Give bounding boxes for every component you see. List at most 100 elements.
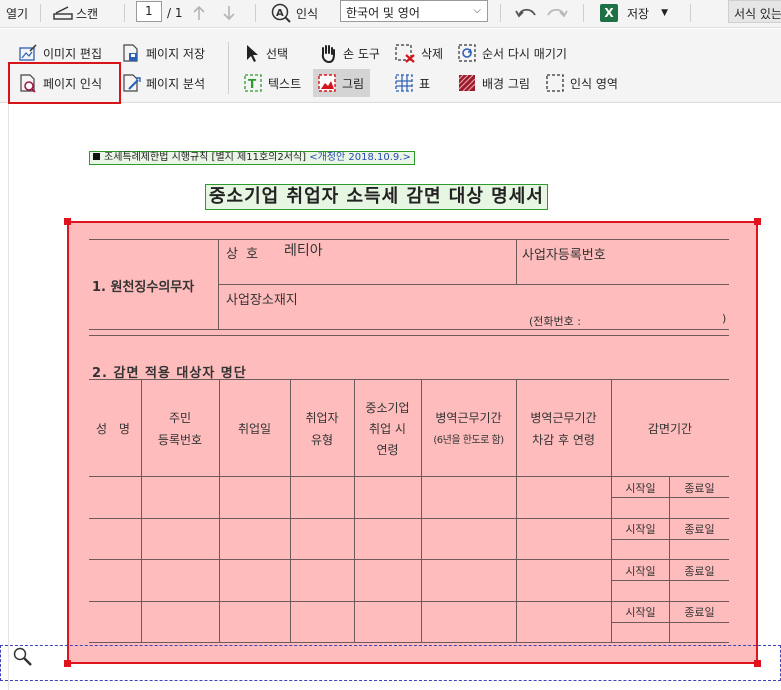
table-area-button[interactable]: 표 bbox=[394, 71, 430, 95]
toolbar-divider bbox=[228, 42, 229, 94]
arrow-up-icon bbox=[193, 5, 205, 20]
next-page-button[interactable] bbox=[222, 2, 236, 24]
col-header-resident-1: 주민 bbox=[168, 411, 192, 425]
start-date-label: 시작일 bbox=[625, 606, 656, 619]
phone-label: (전화번호 : bbox=[529, 315, 581, 328]
table-rule bbox=[612, 497, 729, 498]
form-rule bbox=[89, 329, 729, 330]
text-area-button[interactable]: T 텍스트 bbox=[243, 71, 301, 95]
page-save-button[interactable]: 페이지 저장 bbox=[121, 41, 205, 65]
delete-button[interactable]: 삭제 bbox=[394, 41, 443, 65]
undo-button[interactable] bbox=[514, 2, 538, 24]
picture-area-button[interactable]: 그림 bbox=[313, 69, 371, 97]
col-header-sme-3: 연령 bbox=[376, 443, 399, 457]
form-rule bbox=[218, 284, 729, 285]
table-rule bbox=[89, 518, 729, 519]
excel-icon: X bbox=[600, 4, 618, 22]
table-rule bbox=[611, 379, 612, 642]
end-date-label: 종료일 bbox=[684, 565, 715, 578]
background-picture-button[interactable]: 배경 그림 bbox=[457, 71, 530, 95]
reorder-icon bbox=[458, 44, 476, 62]
col-header-period: 감면기간 bbox=[647, 422, 693, 436]
start-date-label: 시작일 bbox=[625, 482, 656, 495]
table-rule bbox=[89, 642, 729, 643]
recognition-area-icon bbox=[546, 74, 564, 92]
toolbar-divider bbox=[500, 4, 501, 22]
col-header-military-2: (6년을 한도로 함) bbox=[433, 435, 504, 446]
section-1-label: 1. 원천징수의무자 bbox=[92, 280, 195, 295]
redo-button[interactable] bbox=[545, 2, 569, 24]
biz-address-label: 사업장소재지 bbox=[226, 293, 298, 308]
redo-icon bbox=[547, 8, 568, 18]
svg-text:T: T bbox=[248, 77, 257, 91]
col-header-sme-2: 취업 시 bbox=[369, 422, 406, 436]
resize-handle-top-right[interactable] bbox=[754, 218, 761, 225]
start-date-label: 시작일 bbox=[625, 523, 656, 536]
toolbar-divider bbox=[583, 4, 584, 22]
ocr-button[interactable]: A 인식 bbox=[270, 2, 318, 24]
table-rule bbox=[612, 580, 729, 581]
document-title-text-block[interactable]: 중소기업 취업자 소득세 감면 대상 명세서 bbox=[205, 184, 548, 210]
arrow-down-icon bbox=[223, 6, 235, 21]
table-rule bbox=[612, 539, 729, 540]
scan-button[interactable]: 스캔 bbox=[52, 2, 98, 24]
reorder-button[interactable]: 순서 다시 매기기 bbox=[457, 41, 567, 65]
col-header-type-2: 유형 bbox=[310, 433, 334, 447]
undo-icon bbox=[515, 8, 536, 18]
dropdown-arrow-icon: ▼ bbox=[661, 8, 669, 18]
open-button[interactable]: 열기 bbox=[6, 2, 28, 24]
svg-text:A: A bbox=[276, 8, 284, 19]
main-toolbar: 열기 스캔 1 / 1 A 인식 한국어 및 영어 ⌵ X 저장 ▼ 서식 있는 bbox=[0, 0, 781, 28]
page-analyze-icon bbox=[123, 74, 141, 92]
toolbar-divider bbox=[124, 4, 125, 22]
formatted-text-button[interactable]: 서식 있는 텍스트 bbox=[728, 0, 781, 23]
toolbar-divider bbox=[40, 4, 41, 22]
table-rule bbox=[612, 622, 729, 623]
prev-page-button[interactable] bbox=[192, 2, 206, 24]
start-date-label: 시작일 bbox=[625, 565, 656, 578]
page-analyze-button[interactable]: 페이지 분석 bbox=[121, 71, 205, 95]
col-header-military-1: 병역근무기간 bbox=[435, 411, 502, 425]
trade-name-value: 레티아 bbox=[284, 243, 323, 259]
col-header-name: 성 명 bbox=[96, 422, 134, 436]
table-rule bbox=[219, 379, 220, 642]
bullet-square-icon bbox=[93, 153, 100, 160]
toolbar-divider bbox=[255, 4, 256, 22]
table-rule bbox=[89, 379, 729, 380]
resize-handle-top-left[interactable] bbox=[64, 218, 71, 225]
table-rule bbox=[89, 601, 729, 602]
col-header-type-1: 취업자 bbox=[305, 411, 339, 425]
form-rule bbox=[516, 239, 517, 284]
form-rule bbox=[89, 335, 729, 336]
col-header-adjusted-2: 차감 후 연령 bbox=[532, 433, 595, 447]
end-date-label: 종료일 bbox=[684, 482, 715, 495]
recognition-area-dashed[interactable] bbox=[0, 645, 781, 681]
form-rule bbox=[89, 239, 729, 240]
col-header-adjusted-1: 병역근무기간 bbox=[530, 411, 597, 425]
image-edit-icon bbox=[19, 44, 37, 61]
table-rule bbox=[354, 379, 355, 642]
biz-reg-label: 사업자등록번호 bbox=[522, 248, 606, 263]
recognition-area-button[interactable]: 인식 영역 bbox=[545, 71, 618, 95]
ocr-magnifier-icon: A bbox=[271, 3, 291, 23]
phone-close: ) bbox=[722, 312, 727, 325]
hand-tool-button[interactable]: 손 도구 bbox=[318, 41, 380, 65]
select-tool-button[interactable]: 선택 bbox=[243, 41, 288, 65]
end-date-label: 종료일 bbox=[684, 523, 715, 536]
page-number-input[interactable]: 1 bbox=[136, 1, 162, 22]
save-button[interactable]: X 저장 ▼ bbox=[600, 2, 668, 24]
col-header-hire-date: 취업일 bbox=[237, 422, 272, 436]
chevron-down-icon: ⌵ bbox=[473, 5, 481, 16]
col-header-resident-2: 등록번호 bbox=[157, 433, 203, 447]
picture-area-icon bbox=[318, 74, 336, 92]
table-area-icon bbox=[395, 74, 413, 92]
delete-area-icon bbox=[395, 44, 415, 63]
form-header-text-block[interactable]: 조세특례제한법 시행규칙 [별지 제11호의2서식] <개정안 2018.10.… bbox=[89, 151, 415, 165]
toolbar-divider bbox=[690, 4, 691, 22]
table-rule bbox=[89, 559, 729, 560]
language-select[interactable]: 한국어 및 영어 ⌵ bbox=[340, 0, 488, 22]
background-picture-icon bbox=[458, 74, 476, 92]
page-total: / 1 bbox=[167, 6, 183, 20]
text-area-icon: T bbox=[244, 74, 262, 92]
col-header-sme-1: 중소기업 bbox=[365, 401, 410, 415]
